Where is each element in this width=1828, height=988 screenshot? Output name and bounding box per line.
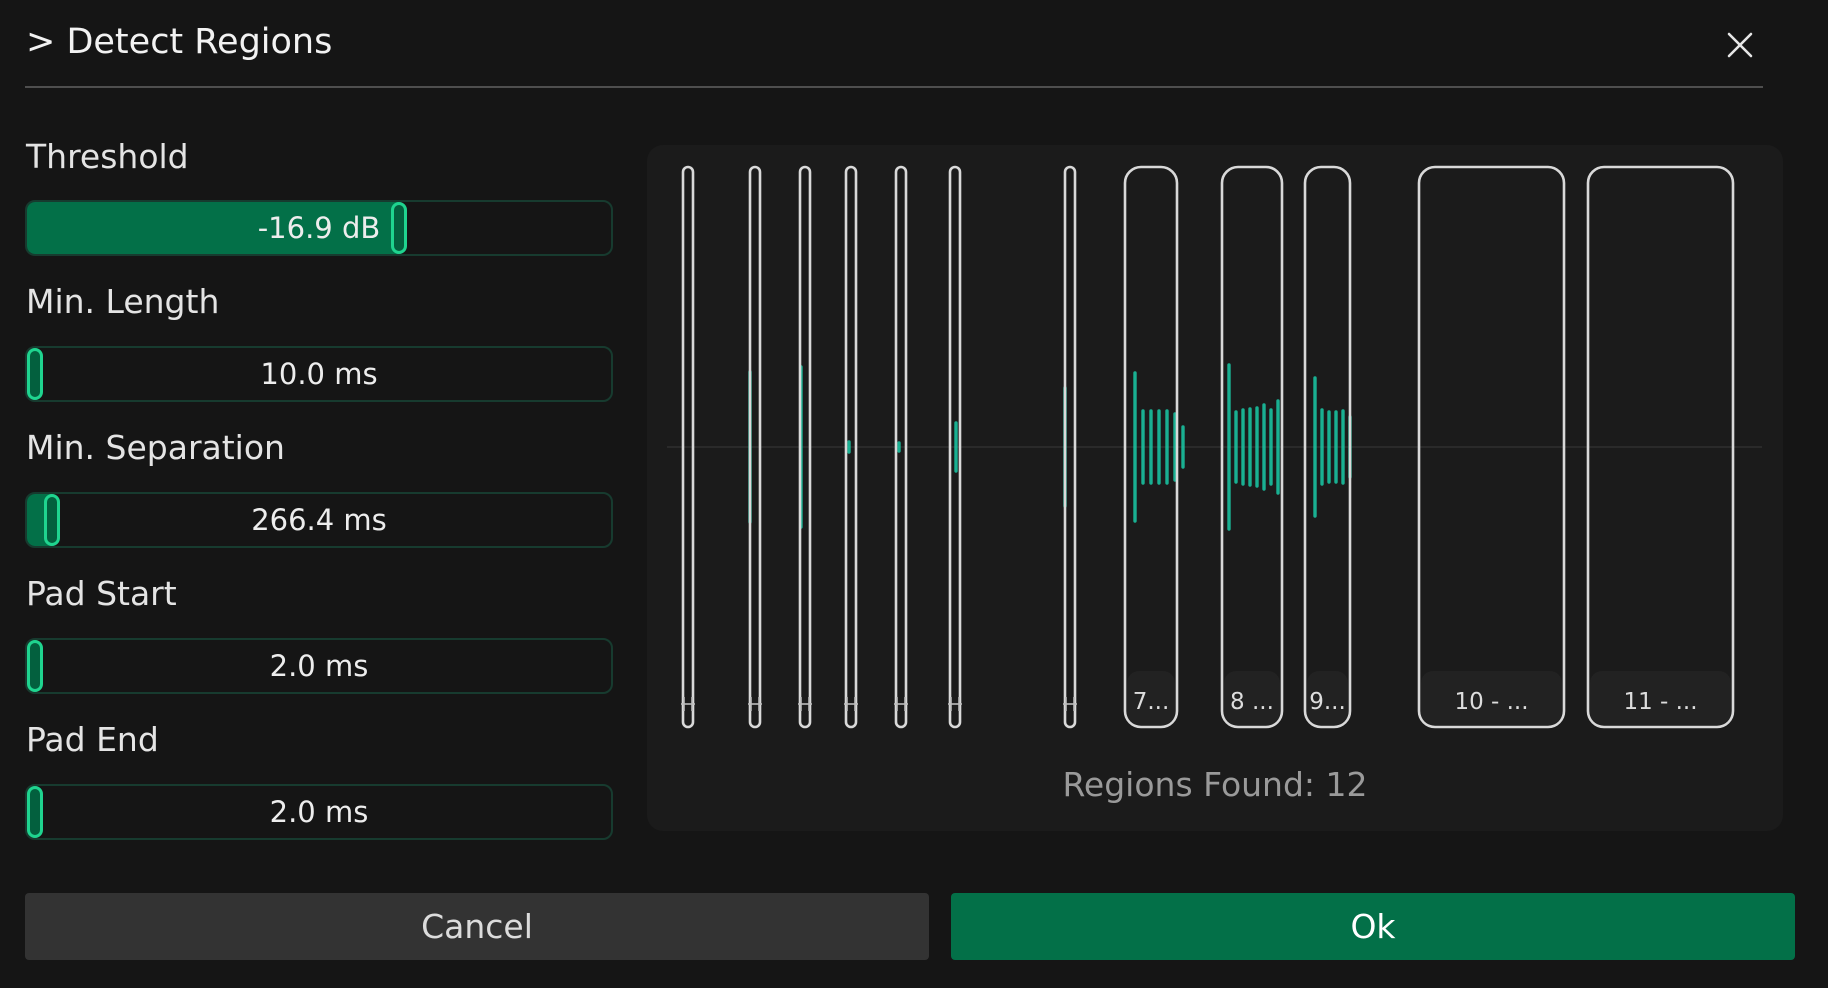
min-length-label: Min. Length xyxy=(26,282,220,321)
threshold-handle[interactable] xyxy=(390,202,407,254)
pad-start-handle[interactable] xyxy=(27,640,43,692)
region-label: 7... xyxy=(1133,689,1170,715)
min-length-slider[interactable]: 10.0 ms xyxy=(25,346,613,402)
pad-end-value: 2.0 ms xyxy=(269,795,369,829)
pad-end-label: Pad End xyxy=(26,720,159,759)
threshold-value: -16.9 dB xyxy=(257,211,381,245)
waveform-panel: 7... 8 ... 9... 10 - ... 11 - ... Regions Fo… xyxy=(647,145,1783,831)
region-label: 11 - ... xyxy=(1623,689,1697,715)
min-separation-handle[interactable] xyxy=(44,494,61,546)
ok-button[interactable]: Ok xyxy=(951,893,1795,960)
region-label: 10 - ... xyxy=(1454,689,1528,715)
min-separation-label: Min. Separation xyxy=(26,428,285,467)
pad-start-label: Pad Start xyxy=(26,574,177,613)
threshold-label: Threshold xyxy=(26,137,189,176)
pad-start-value: 2.0 ms xyxy=(269,649,369,683)
region-label: 9... xyxy=(1309,689,1346,715)
regions-preview: 7... 8 ... 9... 10 - ... 11 - ... xyxy=(667,165,1762,729)
pad-end-handle[interactable] xyxy=(27,786,43,838)
region-label: 8 ... xyxy=(1230,689,1274,715)
threshold-slider[interactable]: -16.9 dB xyxy=(25,200,613,256)
pad-end-slider[interactable]: 2.0 ms xyxy=(25,784,613,840)
min-separation-value: 266.4 ms xyxy=(251,503,387,537)
cancel-button[interactable]: Cancel xyxy=(25,893,929,960)
min-length-handle[interactable] xyxy=(27,348,43,400)
min-length-value: 10.0 ms xyxy=(260,357,378,391)
pad-start-slider[interactable]: 2.0 ms xyxy=(25,638,613,694)
title-divider xyxy=(25,86,1763,88)
min-separation-slider[interactable]: 266.4 ms xyxy=(25,492,613,548)
regions-found-text: Regions Found: 12 xyxy=(1062,765,1368,804)
close-icon[interactable] xyxy=(1725,30,1755,60)
dialog-title: > Detect Regions xyxy=(26,22,333,62)
